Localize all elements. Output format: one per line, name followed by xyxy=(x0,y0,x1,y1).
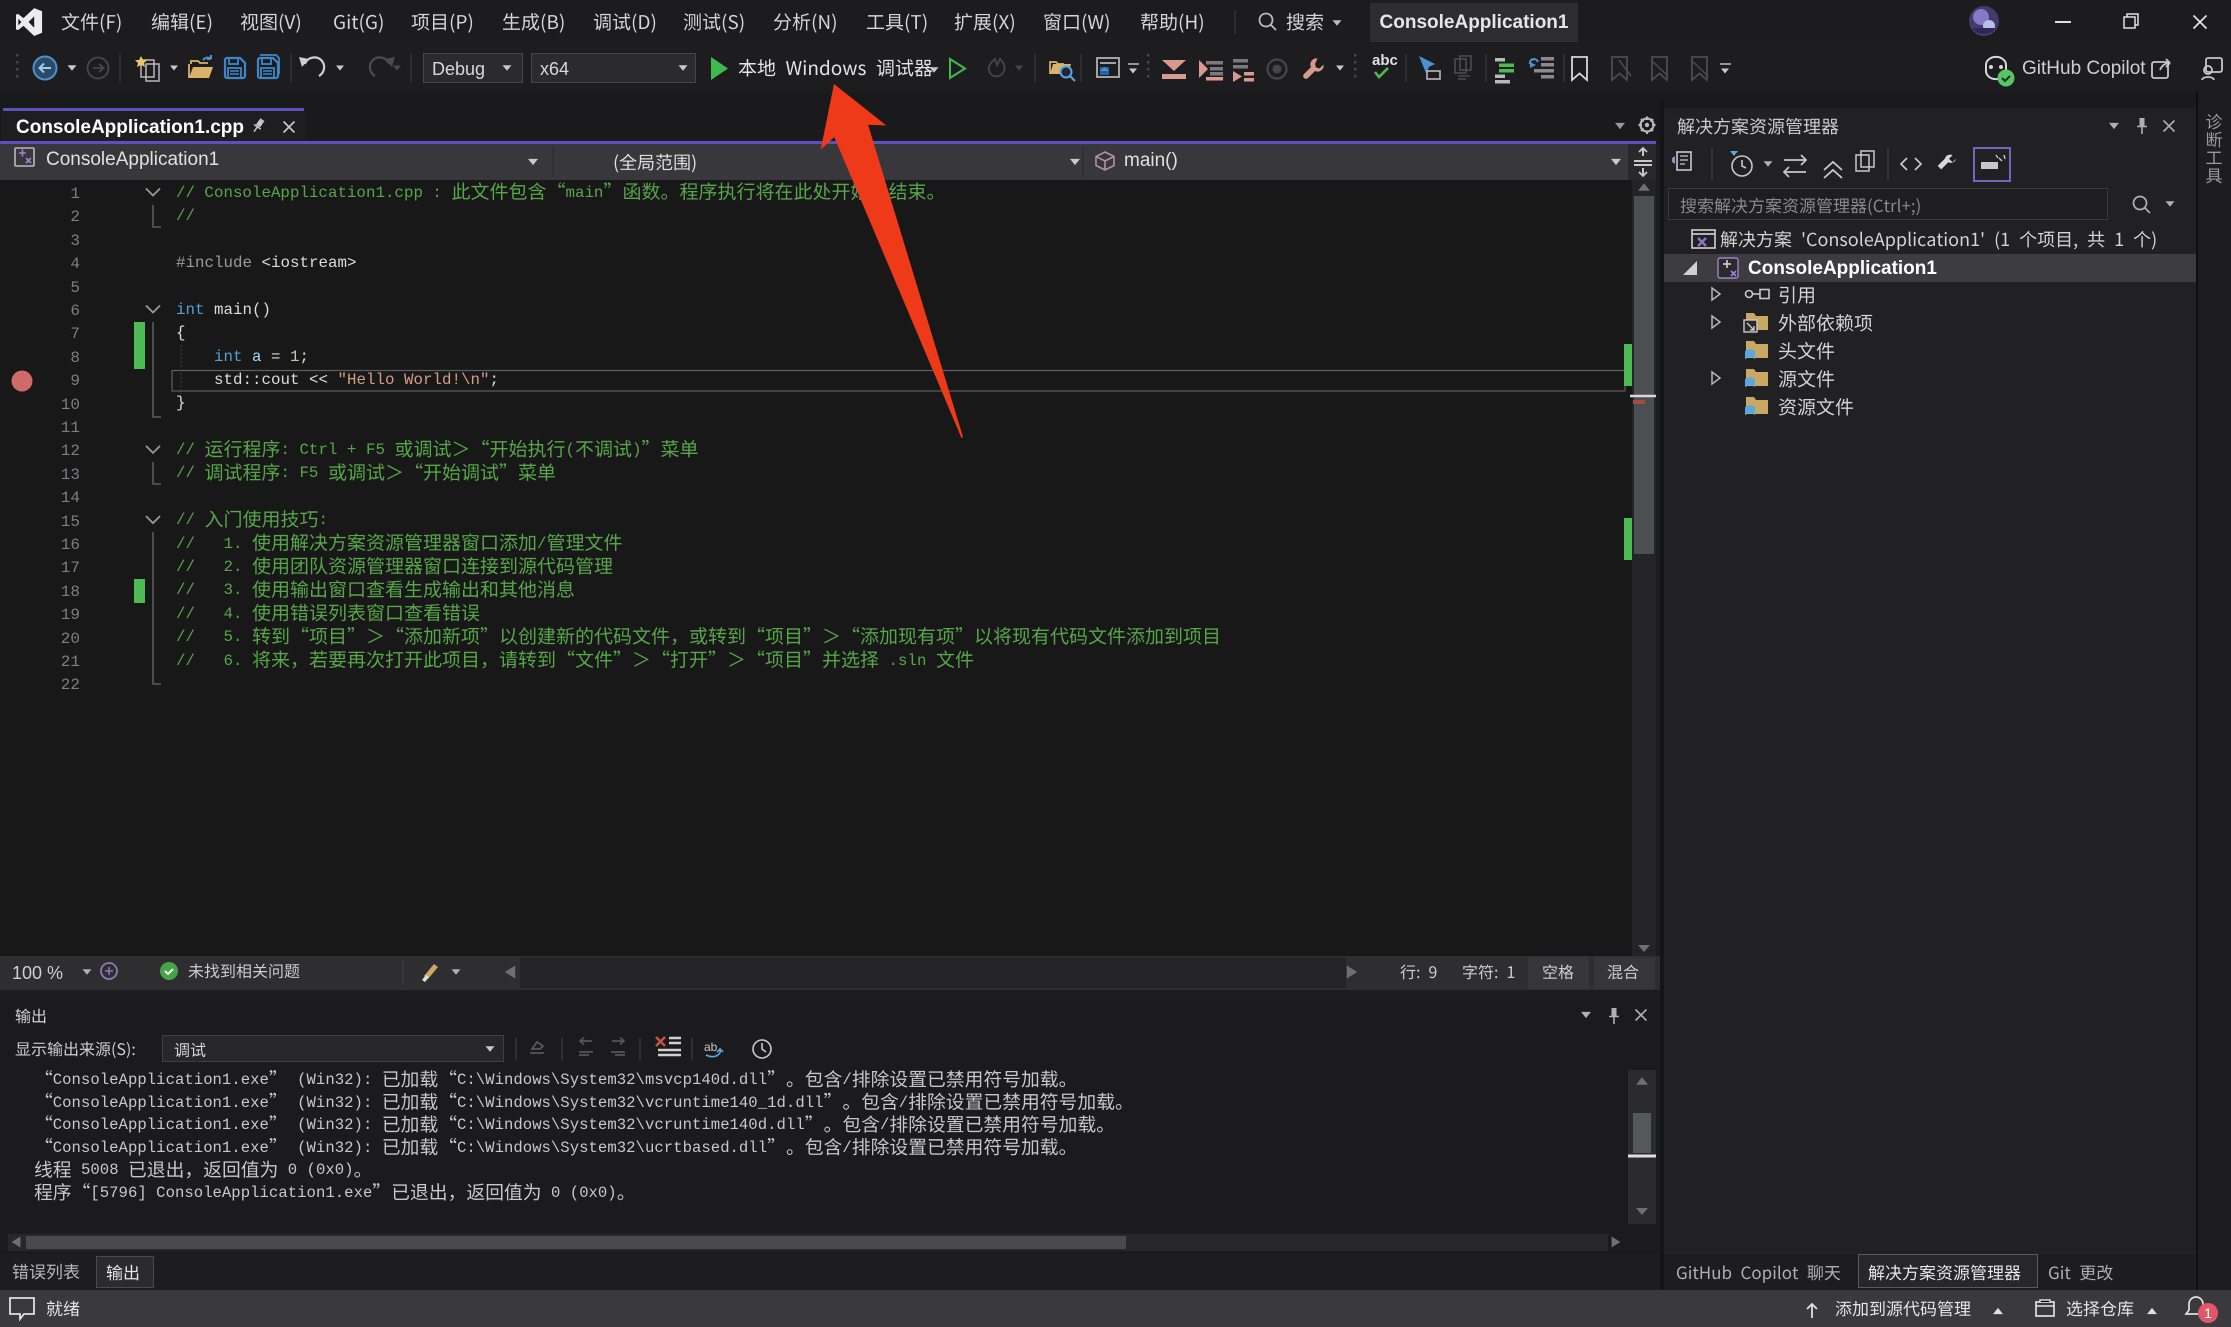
svg-text:1: 1 xyxy=(2204,1305,2212,1321)
svg-text:ab: ab xyxy=(704,1040,718,1054)
